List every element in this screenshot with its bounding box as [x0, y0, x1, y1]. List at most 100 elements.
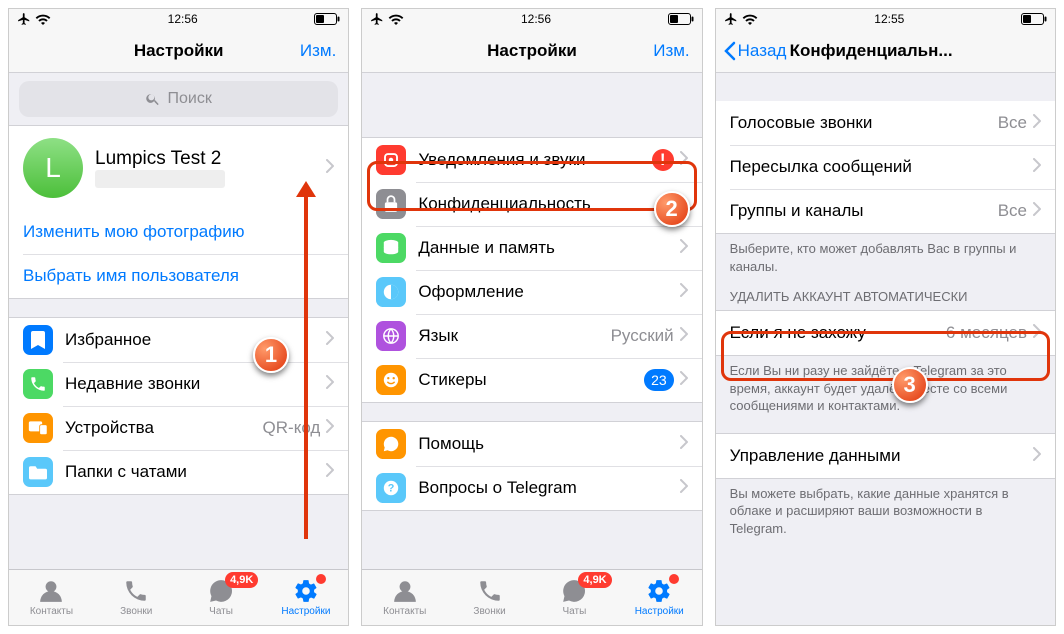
stickers-count: 23 [644, 369, 674, 391]
question-icon: ? [376, 473, 406, 503]
data-footer: Вы можете выбрать, какие данные хранятся… [716, 479, 1055, 538]
groups-cell[interactable]: Группы и каналы Все [716, 189, 1055, 233]
contact-icon [391, 578, 419, 604]
chevron-right-icon [680, 326, 688, 346]
edit-button[interactable]: Изм. [300, 41, 336, 61]
nav-title: Настройки [134, 41, 224, 61]
tab-calls[interactable]: Звонки [94, 570, 179, 625]
tab-chats[interactable]: 4,9KЧаты [532, 570, 617, 625]
chevron-right-icon [326, 418, 334, 438]
screen-settings-root: 12:56 Настройки Изм. Поиск L Lumpics Tes… [8, 8, 349, 626]
screen-settings-list: 12:56 Настройки Изм. Уведомления и звуки… [361, 8, 702, 626]
battery-icon [314, 13, 340, 25]
alert-dot [669, 574, 679, 584]
appearance-icon [376, 277, 406, 307]
search-placeholder: Поиск [167, 90, 211, 108]
notifications-cell[interactable]: Уведомления и звуки ! [362, 138, 701, 182]
tab-bar: Контакты Звонки 4,9K Чаты Настройки [9, 569, 348, 625]
chevron-right-icon [680, 282, 688, 302]
tab-bar: Контакты Звонки 4,9KЧаты Настройки [362, 569, 701, 625]
chevron-right-icon [680, 150, 688, 170]
help-icon [376, 429, 406, 459]
chevron-left-icon [724, 41, 736, 61]
folder-icon [23, 457, 53, 487]
chevron-right-icon [326, 462, 334, 482]
devices-detail: QR-код [263, 418, 321, 438]
chevron-right-icon [680, 434, 688, 454]
lock-icon [376, 189, 406, 219]
contact-icon [37, 578, 65, 604]
battery-icon [668, 13, 694, 25]
chevron-right-icon [326, 374, 334, 394]
chats-badge: 4,9K [225, 572, 258, 588]
away-footer: Если Вы ни разу не зайдёте в Telegram за… [716, 356, 1055, 415]
chevron-right-icon [1033, 323, 1041, 343]
wifi-icon [388, 13, 404, 25]
profile-name: Lumpics Test 2 [95, 148, 326, 170]
search-icon [145, 91, 161, 107]
groups-footer: Выберите, кто может добавлять Вас в груп… [716, 234, 1055, 275]
favorites-cell[interactable]: Избранное [9, 318, 348, 362]
privacy-cell[interactable]: Конфиденциальность [362, 182, 701, 226]
airplane-icon [724, 12, 738, 26]
tab-contacts[interactable]: Контакты [362, 570, 447, 625]
devices-cell[interactable]: Устройства QR-код [9, 406, 348, 450]
sticker-icon [376, 365, 406, 395]
status-time: 12:56 [168, 12, 198, 26]
data-storage-cell[interactable]: Данные и память [362, 226, 701, 270]
bell-icon [376, 145, 406, 175]
globe-icon [376, 321, 406, 351]
airplane-icon [370, 12, 384, 26]
back-button[interactable]: Назад [724, 41, 787, 61]
airplane-icon [17, 12, 31, 26]
tab-settings[interactable]: Настройки [263, 570, 348, 625]
delete-header: УДАЛИТЬ АККАУНТ АВТОМАТИЧЕСКИ [716, 275, 1055, 310]
nav-bar: Настройки Изм. [9, 29, 348, 73]
appearance-cell[interactable]: Оформление [362, 270, 701, 314]
gear-icon [292, 578, 320, 604]
chevron-right-icon [326, 159, 334, 178]
recent-calls-cell[interactable]: Недавние звонки [9, 362, 348, 406]
battery-icon [1021, 13, 1047, 25]
wifi-icon [742, 13, 758, 25]
voice-calls-cell[interactable]: Голосовые звонки Все [716, 101, 1055, 145]
nav-bar: Настройки Изм. [362, 29, 701, 73]
nav-title: Конфиденциальн... [790, 41, 953, 61]
tab-chats[interactable]: 4,9K Чаты [179, 570, 264, 625]
tab-contacts[interactable]: Контакты [9, 570, 94, 625]
profile-subtitle [95, 170, 225, 188]
status-bar: 12:56 [362, 9, 701, 29]
nav-title: Настройки [487, 41, 577, 61]
svg-text:?: ? [388, 483, 395, 495]
faq-cell[interactable]: ? Вопросы о Telegram [362, 466, 701, 510]
chevron-right-icon [1033, 113, 1041, 133]
phone-icon [23, 369, 53, 399]
edit-button[interactable]: Изм. [653, 41, 689, 61]
avatar: L [23, 138, 83, 198]
search-field[interactable]: Поиск [19, 81, 338, 117]
stickers-cell[interactable]: Стикеры 23 [362, 358, 701, 402]
wifi-icon [35, 13, 51, 25]
data-management-cell[interactable]: Управление данными [716, 434, 1055, 478]
chat-folders-cell[interactable]: Папки с чатами [9, 450, 348, 494]
help-cell[interactable]: Помощь [362, 422, 701, 466]
profile-cell[interactable]: L Lumpics Test 2 [9, 126, 348, 210]
status-bar: 12:55 [716, 9, 1055, 29]
tab-calls[interactable]: Звонки [447, 570, 532, 625]
language-cell[interactable]: Язык Русский [362, 314, 701, 358]
step-2-badge: 2 [654, 191, 690, 227]
status-time: 12:55 [874, 12, 904, 26]
chevron-right-icon [680, 370, 688, 390]
gear-icon [645, 578, 673, 604]
choose-username-link[interactable]: Выбрать имя пользователя [9, 254, 348, 298]
chevron-right-icon [680, 238, 688, 258]
chevron-right-icon [1033, 446, 1041, 466]
change-photo-link[interactable]: Изменить мою фотографию [9, 210, 348, 254]
nav-bar: Назад Конфиденциальн... [716, 29, 1055, 73]
chevron-right-icon [1033, 201, 1041, 221]
bookmark-icon [23, 325, 53, 355]
if-away-cell[interactable]: Если я не захожу 6 месяцев [716, 311, 1055, 355]
alert-dot [316, 574, 326, 584]
forwarding-cell[interactable]: Пересылка сообщений [716, 145, 1055, 189]
tab-settings[interactable]: Настройки [617, 570, 702, 625]
